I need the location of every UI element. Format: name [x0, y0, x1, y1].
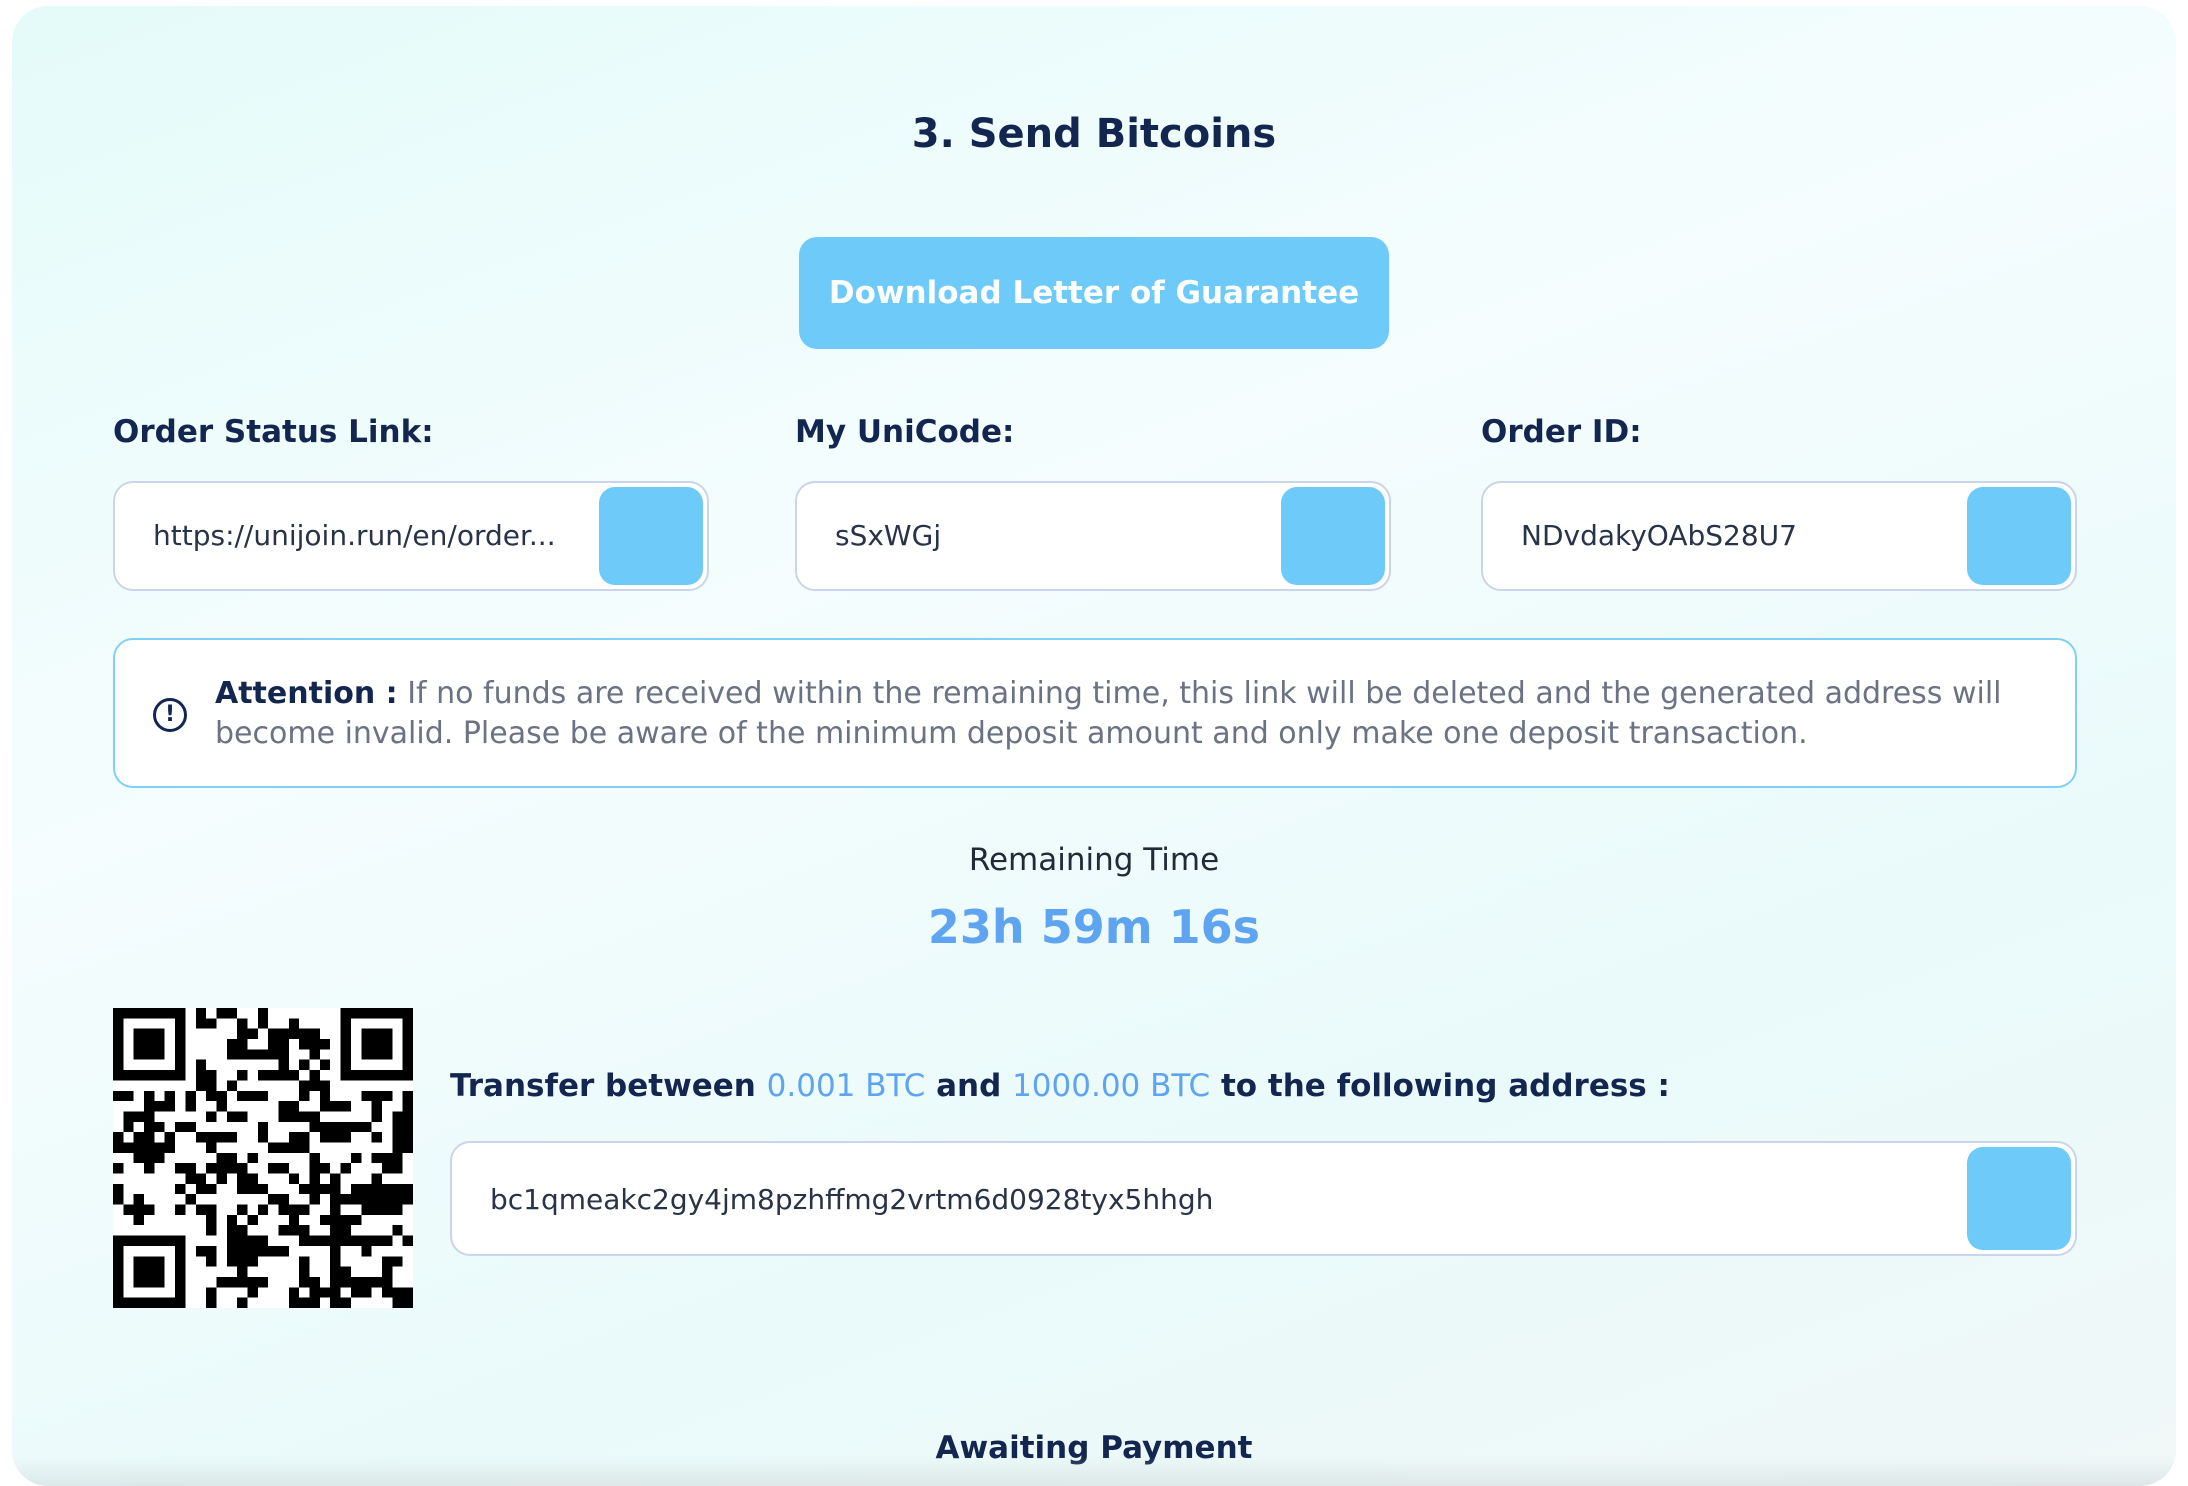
transfer-instruction: Transfer between 0.001 BTC and 1000.00 B…	[450, 1068, 1670, 1104]
min-amount: 0.001 BTC	[766, 1068, 926, 1104]
deposit-address-value: bc1qmeakc2gy4jm8pzhffmg2vrtm6d0928tyx5hh…	[490, 1183, 1214, 1216]
unicode-field: sSxWGj	[795, 481, 1391, 591]
deposit-address-field: bc1qmeakc2gy4jm8pzhffmg2vrtm6d0928tyx5hh…	[450, 1141, 2077, 1256]
copy-order-id-button[interactable]	[1967, 487, 2071, 585]
attention-notice: ! Attention : If no funds are received w…	[113, 638, 2077, 788]
section-title: 3. Send Bitcoins	[911, 111, 1277, 157]
transfer-connector: and	[936, 1068, 1002, 1104]
remaining-time-value: 23h 59m 16s	[927, 900, 1261, 954]
qr-code-image	[113, 1008, 413, 1308]
bottom-fade	[12, 1456, 2176, 1486]
unicode-value: sSxWGj	[835, 519, 942, 552]
order-id-label: Order ID:	[1481, 414, 1642, 450]
order-id-field: NDvdakyOAbS28U7	[1481, 481, 2077, 591]
copy-order-link-button[interactable]	[599, 487, 703, 585]
download-guarantee-button[interactable]: Download Letter of Guarantee	[799, 237, 1389, 349]
attention-label: Attention :	[215, 676, 398, 711]
unicode-label: My UniCode:	[795, 414, 1015, 450]
exclamation-circle-icon: !	[153, 698, 187, 732]
attention-message: Attention : If no funds are received wit…	[215, 674, 2035, 754]
attention-text: If no funds are received within the rema…	[215, 676, 2002, 751]
order-status-link-field: https://unijoin.run/en/order...	[113, 481, 709, 591]
order-id-value: NDvdakyOAbS28U7	[1521, 519, 1797, 552]
transfer-suffix: to the following address :	[1220, 1068, 1670, 1104]
order-status-link-label: Order Status Link:	[113, 414, 434, 450]
remaining-time-label: Remaining Time	[968, 842, 1220, 878]
max-amount: 1000.00 BTC	[1012, 1068, 1211, 1104]
transfer-prefix: Transfer between	[450, 1068, 756, 1104]
copy-unicode-button[interactable]	[1281, 487, 1385, 585]
copy-address-button[interactable]	[1967, 1147, 2071, 1250]
order-status-link-value: https://unijoin.run/en/order...	[153, 519, 556, 552]
send-bitcoins-card: 3. Send Bitcoins Download Letter of Guar…	[12, 6, 2176, 1486]
